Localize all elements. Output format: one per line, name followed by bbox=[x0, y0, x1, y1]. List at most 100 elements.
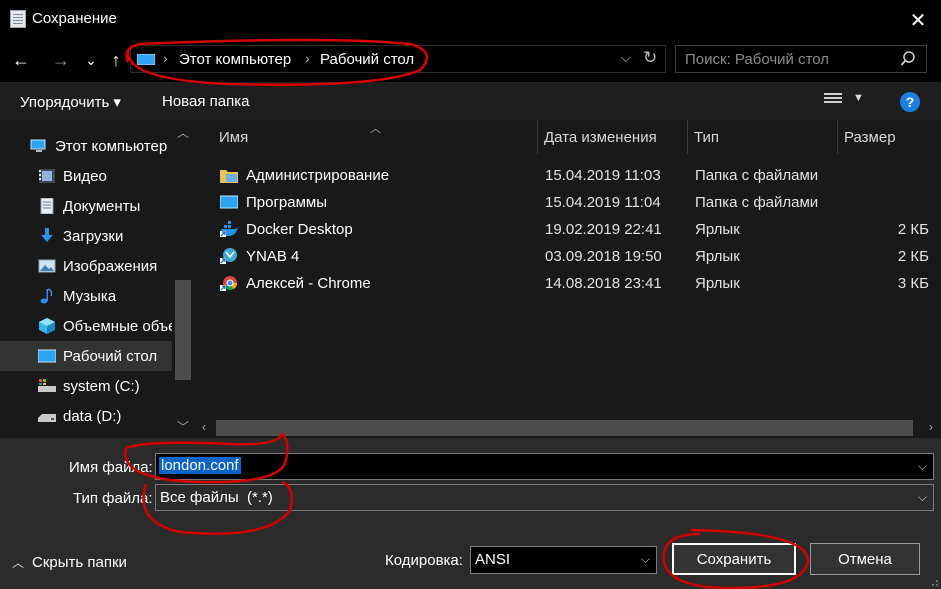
pictures-icon bbox=[38, 259, 56, 273]
sidebar-item-pictures[interactable]: Изображения bbox=[0, 251, 172, 281]
file-name: YNAB 4 bbox=[246, 248, 300, 265]
filename-label: Имя файла: bbox=[69, 459, 153, 476]
sidebar-item-drive-d[interactable]: data (D:) bbox=[0, 401, 172, 431]
desktop-icon bbox=[38, 349, 56, 363]
search-box[interactable]: Поиск: Рабочий стол bbox=[675, 45, 927, 73]
sidebar-item-this-pc[interactable]: Этот компьютер bbox=[0, 131, 172, 161]
column-header-size[interactable]: Размер bbox=[838, 120, 941, 154]
resize-grip-icon[interactable] bbox=[929, 577, 939, 587]
breadcrumb-desktop[interactable]: Рабочий стол bbox=[320, 51, 414, 68]
sidebar-scrollbar[interactable]: ︿ ﹀ bbox=[172, 120, 194, 438]
sidebar-item-label: Рабочий стол bbox=[63, 347, 158, 365]
view-options-icon[interactable] bbox=[824, 93, 842, 107]
sidebar-item-music[interactable]: Музыка bbox=[0, 281, 172, 311]
sidebar-item-label: Документы bbox=[63, 197, 141, 215]
chevron-down-icon[interactable]: ⌵ bbox=[641, 552, 650, 567]
up-button[interactable]: ↑ bbox=[104, 48, 128, 72]
file-name: Docker Desktop bbox=[246, 221, 353, 238]
file-list-scrollbar[interactable]: ‹ › bbox=[194, 418, 941, 438]
music-icon bbox=[40, 288, 53, 304]
sidebar-item-label: system (C:) bbox=[63, 377, 140, 395]
chevron-down-icon[interactable]: ﹀ bbox=[177, 418, 189, 435]
file-row[interactable]: Программы 15.04.2019 11:04 Папка с файла… bbox=[194, 189, 941, 216]
filetype-select[interactable]: Все файлы (*.*) ⌵ bbox=[155, 484, 934, 511]
cancel-button[interactable]: Отмена bbox=[810, 543, 920, 575]
docker-shortcut-icon bbox=[220, 221, 238, 237]
hide-folders-button[interactable]: ︿ Скрыть папки bbox=[12, 554, 127, 571]
sidebar-item-drive-c[interactable]: system (C:) bbox=[0, 371, 172, 401]
sidebar-item-3d-objects[interactable]: Объемные объекты bbox=[0, 311, 172, 341]
breadcrumb-this-pc[interactable]: Этот компьютер bbox=[179, 51, 291, 68]
drive-c-icon bbox=[38, 379, 56, 392]
video-icon bbox=[39, 169, 55, 183]
chevron-up-icon[interactable]: ︿ bbox=[177, 124, 189, 141]
recent-locations-button[interactable]: ⌄ bbox=[82, 48, 100, 72]
filetype-label: Тип файла: bbox=[73, 490, 153, 507]
file-type: Папка с файлами bbox=[695, 194, 819, 211]
file-date: 19.02.2019 22:41 bbox=[545, 221, 662, 238]
drive-d-icon bbox=[38, 414, 56, 422]
command-bar: Упорядочить ▾ Новая папка ▼ ? bbox=[0, 82, 941, 120]
sidebar-item-label: Музыка bbox=[63, 287, 117, 305]
chevron-right-icon[interactable]: › bbox=[929, 420, 933, 434]
file-row[interactable]: Docker Desktop 19.02.2019 22:41 Ярлык 2 … bbox=[194, 216, 941, 243]
documents-icon bbox=[40, 198, 54, 214]
sidebar-item-documents[interactable]: Документы bbox=[0, 191, 172, 221]
chevron-down-icon[interactable]: ⌵ bbox=[621, 50, 631, 66]
downloads-icon bbox=[41, 228, 53, 242]
file-type: Ярлык bbox=[695, 275, 740, 292]
folder-programs-icon bbox=[220, 195, 238, 209]
file-row[interactable]: Алексей - Chrome 14.08.2018 23:41 Ярлык … bbox=[194, 270, 941, 297]
chevron-left-icon[interactable]: ‹ bbox=[202, 420, 206, 434]
organize-menu-button[interactable]: Упорядочить ▾ bbox=[20, 93, 121, 111]
filetype-value: Все файлы (*.*) bbox=[160, 489, 273, 506]
file-size: 3 КБ bbox=[897, 275, 929, 292]
file-type: Ярлык bbox=[695, 221, 740, 238]
computer-icon bbox=[30, 139, 46, 152]
refresh-icon[interactable]: ↻ bbox=[643, 48, 657, 68]
file-date: 15.04.2019 11:03 bbox=[545, 167, 661, 184]
sidebar-item-label: Видео bbox=[63, 167, 107, 185]
file-date: 03.09.2018 19:50 bbox=[545, 248, 662, 265]
scrollbar-thumb[interactable] bbox=[216, 420, 913, 436]
breadcrumb-separator: › bbox=[305, 50, 310, 66]
scrollbar-thumb[interactable] bbox=[175, 280, 191, 380]
search-input[interactable]: Поиск: Рабочий стол bbox=[685, 51, 829, 68]
hide-folders-label: Скрыть папки bbox=[32, 554, 127, 571]
file-date: 15.04.2019 11:04 bbox=[545, 194, 661, 211]
sidebar-item-video[interactable]: Видео bbox=[0, 161, 172, 191]
encoding-select[interactable]: ANSI ⌵ bbox=[470, 546, 657, 574]
chevron-down-icon[interactable]: ⌵ bbox=[918, 459, 927, 474]
back-button[interactable]: ← bbox=[8, 48, 34, 72]
3d-objects-icon bbox=[39, 318, 55, 334]
chevron-up-icon: ︿ bbox=[12, 556, 25, 570]
sidebar-item-label: Объемные объекты bbox=[63, 317, 172, 335]
column-header-type[interactable]: Тип bbox=[688, 120, 838, 154]
column-header-date[interactable]: Дата изменения bbox=[538, 120, 688, 154]
encoding-value: ANSI bbox=[475, 551, 511, 568]
close-button[interactable]: ✕ bbox=[895, 0, 941, 40]
forward-button[interactable]: → bbox=[48, 48, 74, 72]
notepad-icon bbox=[10, 10, 26, 28]
file-row[interactable]: Администрирование 15.04.2019 11:03 Папка… bbox=[194, 162, 941, 189]
computer-icon bbox=[137, 54, 155, 65]
save-options-panel: Имя файла: london.conf ⌵ Тип файла: Все … bbox=[0, 438, 941, 589]
help-button[interactable]: ? bbox=[900, 92, 920, 112]
filename-field[interactable]: london.conf ⌵ bbox=[155, 453, 934, 480]
encoding-label: Кодировка: bbox=[385, 552, 463, 569]
file-type: Ярлык bbox=[695, 248, 740, 265]
file-name: Программы bbox=[246, 194, 328, 211]
ynab-shortcut-icon bbox=[220, 248, 237, 264]
file-row[interactable]: YNAB 4 03.09.2018 19:50 Ярлык 2 КБ bbox=[194, 243, 941, 270]
sidebar-item-downloads[interactable]: Загрузки bbox=[0, 221, 172, 251]
save-button[interactable]: Сохранить bbox=[672, 543, 796, 575]
address-bar[interactable]: › Этот компьютер › Рабочий стол ⌵ ↻ bbox=[130, 45, 666, 73]
sort-ascending-icon: ︿ bbox=[370, 123, 381, 135]
chrome-shortcut-icon bbox=[220, 276, 238, 291]
chevron-down-icon[interactable]: ⌵ bbox=[918, 490, 927, 505]
file-size: 2 КБ bbox=[897, 248, 929, 265]
filename-input[interactable]: london.conf bbox=[159, 457, 241, 474]
new-folder-button[interactable]: Новая папка bbox=[162, 93, 249, 110]
sidebar-item-desktop[interactable]: Рабочий стол bbox=[0, 341, 172, 371]
chevron-down-icon[interactable]: ▼ bbox=[853, 92, 864, 104]
